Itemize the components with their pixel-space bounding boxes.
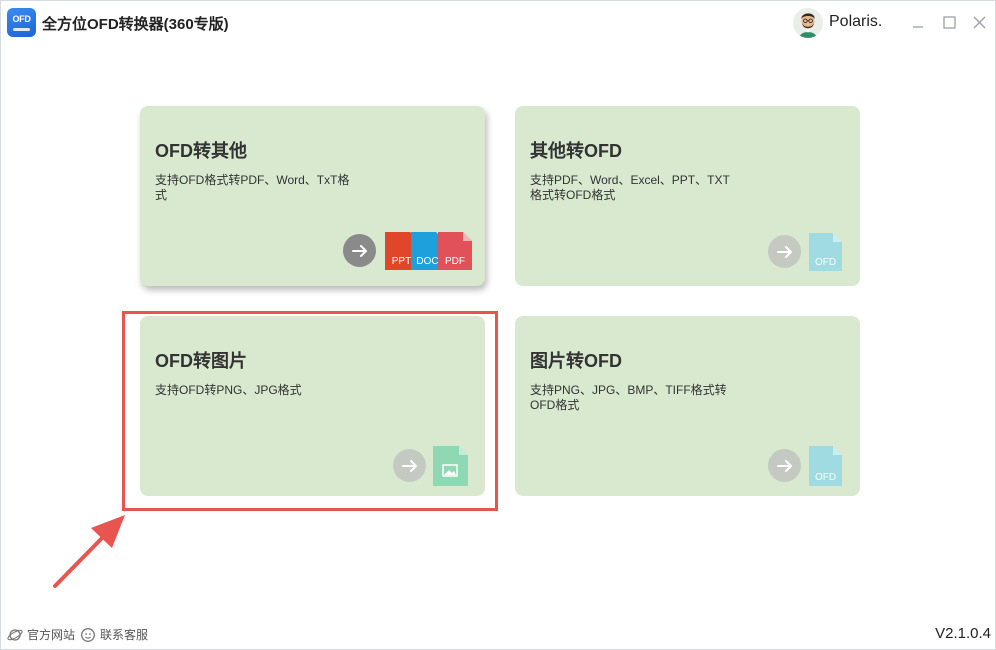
app-logo-text: OFD [12,14,31,24]
annotation-arrow-icon [53,515,125,588]
card-image-to-ofd[interactable]: 图片转OFD 支持PNG、JPG、BMP、TIFF格式转OFD格式 OFD [515,316,860,496]
pdf-file-icon: PDF [438,232,472,270]
ofd-file-icon: OFD [809,446,842,486]
contact-support-link[interactable]: 联系客服 [80,626,148,643]
support-icon [81,627,95,642]
card-description: 支持PNG、JPG、BMP、TIFF格式转OFD格式 [530,383,727,412]
app-title: 全方位OFD转换器(360专版) [42,16,229,33]
file-icon-label: PDF [445,256,465,267]
card-description: 支持PDF、Word、Excel、PPT、TXT格式转OFD格式 [530,173,730,202]
file-icon-label: OFD [814,257,837,268]
ofd-file-icon: OFD [809,233,842,271]
card-ofd-to-other[interactable]: OFD转其他 支持OFD格式转PDF、Word、TxT格式 PPT DOC PD… [140,106,485,286]
card-title: 其他转OFD [530,141,622,161]
app-window: OFD 全方位OFD转换器(360专版) Polaris. OFD转其他 支持O… [0,0,996,650]
card-other-to-ofd[interactable]: 其他转OFD 支持PDF、Word、Excel、PPT、TXT格式转OFD格式 … [515,106,860,286]
planet-icon [7,628,23,641]
highlight-frame [122,311,498,511]
close-icon[interactable] [968,11,990,33]
title-bar: OFD 全方位OFD转换器(360专版) Polaris. [1,1,995,45]
support-label: 联系客服 [100,628,149,642]
user-avatar[interactable] [793,8,823,38]
minimize-icon[interactable] [907,11,929,33]
arrow-right-icon[interactable] [768,235,801,268]
official-website-link[interactable]: 官方网站 [7,626,75,643]
arrow-right-icon[interactable] [343,234,376,267]
file-icon-label: OFD [814,472,837,483]
avatar-icon [793,8,823,38]
app-logo: OFD [7,8,36,37]
username[interactable]: Polaris. [829,13,882,31]
card-description: 支持OFD格式转PDF、Word、TxT格式 [155,173,350,202]
version-label: V2.1.0.4 [935,625,991,642]
website-label: 官方网站 [27,628,76,642]
arrow-right-icon[interactable] [768,449,801,482]
card-title: OFD转其他 [155,141,247,161]
card-title: 图片转OFD [530,351,622,371]
maximize-icon[interactable] [938,11,960,33]
